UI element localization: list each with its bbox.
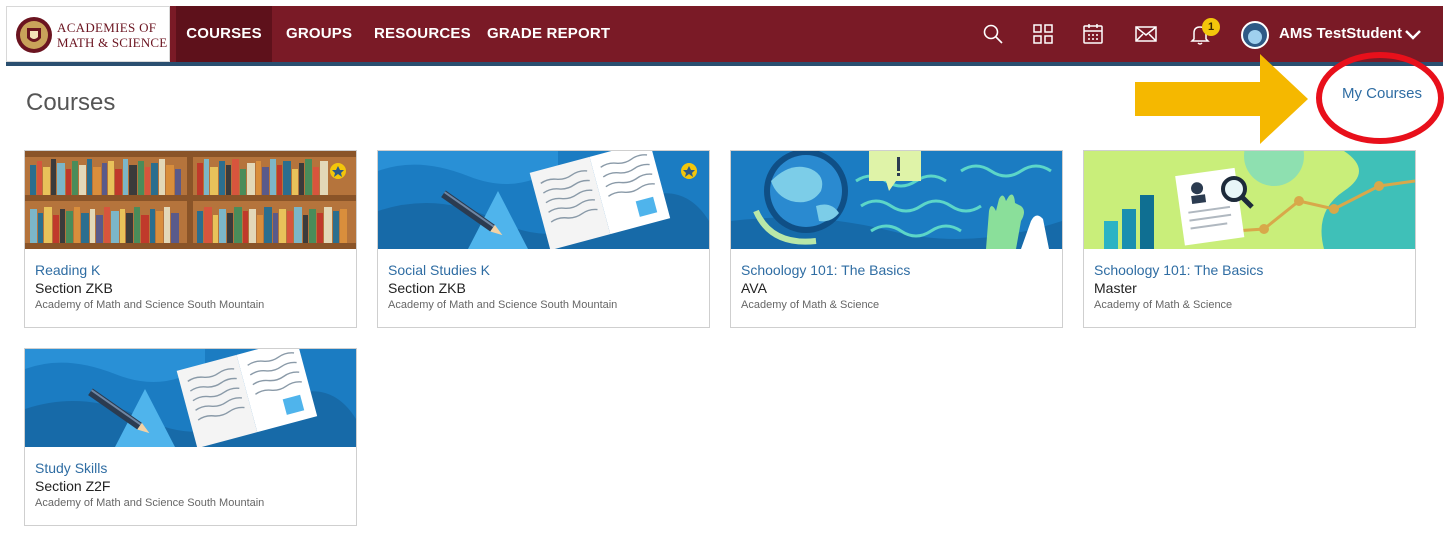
course-card[interactable]: Schoology 101: The Basics Master Academy… <box>1083 150 1416 328</box>
course-school: Academy of Math & Science <box>1094 299 1233 311</box>
school-seal-icon <box>16 17 52 53</box>
course-section: Master <box>1094 280 1137 296</box>
calendar-icon[interactable] <box>1081 22 1105 46</box>
course-card[interactable]: Study Skills Section Z2F Academy of Math… <box>24 348 357 526</box>
apps-grid-icon[interactable] <box>1031 22 1055 46</box>
chart-image <box>1084 151 1415 249</box>
nav-courses[interactable]: COURSES <box>176 6 272 62</box>
annotation-circle <box>1316 52 1444 144</box>
chevron-down-icon[interactable] <box>1403 28 1423 42</box>
nav-grade-report[interactable]: GRADE REPORT <box>487 6 610 62</box>
open-book-image <box>25 349 356 447</box>
course-card[interactable]: Schoology 101: The Basics AVA Academy of… <box>730 150 1063 328</box>
brand-line-2: Math & Science <box>57 35 168 50</box>
page-title: Courses <box>26 89 116 116</box>
globe-image <box>731 151 1062 249</box>
notification-badge: 1 <box>1202 18 1220 36</box>
course-title[interactable]: Social Studies K <box>388 262 490 278</box>
course-title[interactable]: Study Skills <box>35 460 107 476</box>
school-logo[interactable]: Academies of Math & Science <box>6 6 170 62</box>
course-section: Section ZKB <box>388 280 466 296</box>
course-section: AVA <box>741 280 767 296</box>
course-section: Section Z2F <box>35 478 111 494</box>
nav-groups[interactable]: GROUPS <box>286 6 352 62</box>
course-section: Section ZKB <box>35 280 113 296</box>
nav-resources[interactable]: RESOURCES <box>374 6 471 62</box>
mail-icon[interactable] <box>1134 22 1158 46</box>
course-card[interactable]: Reading K Section ZKB Academy of Math an… <box>24 150 357 328</box>
course-card[interactable]: Social Studies K Section ZKB Academy of … <box>377 150 710 328</box>
avatar[interactable] <box>1241 21 1269 49</box>
annotation-arrow-icon <box>1135 54 1308 144</box>
brand-line-1: Academies of <box>57 20 157 35</box>
search-icon[interactable] <box>981 22 1005 46</box>
course-title[interactable]: Schoology 101: The Basics <box>1094 262 1263 278</box>
course-title[interactable]: Reading K <box>35 262 100 278</box>
course-school: Academy of Math & Science <box>741 299 880 311</box>
course-title[interactable]: Schoology 101: The Basics <box>741 262 910 278</box>
open-book-image <box>378 151 709 249</box>
course-school: Academy of Math and Science South Mounta… <box>35 497 265 509</box>
course-school: Academy of Math and Science South Mounta… <box>35 299 265 311</box>
course-school: Academy of Math and Science South Mounta… <box>388 299 618 311</box>
bookshelf-image <box>25 151 356 249</box>
